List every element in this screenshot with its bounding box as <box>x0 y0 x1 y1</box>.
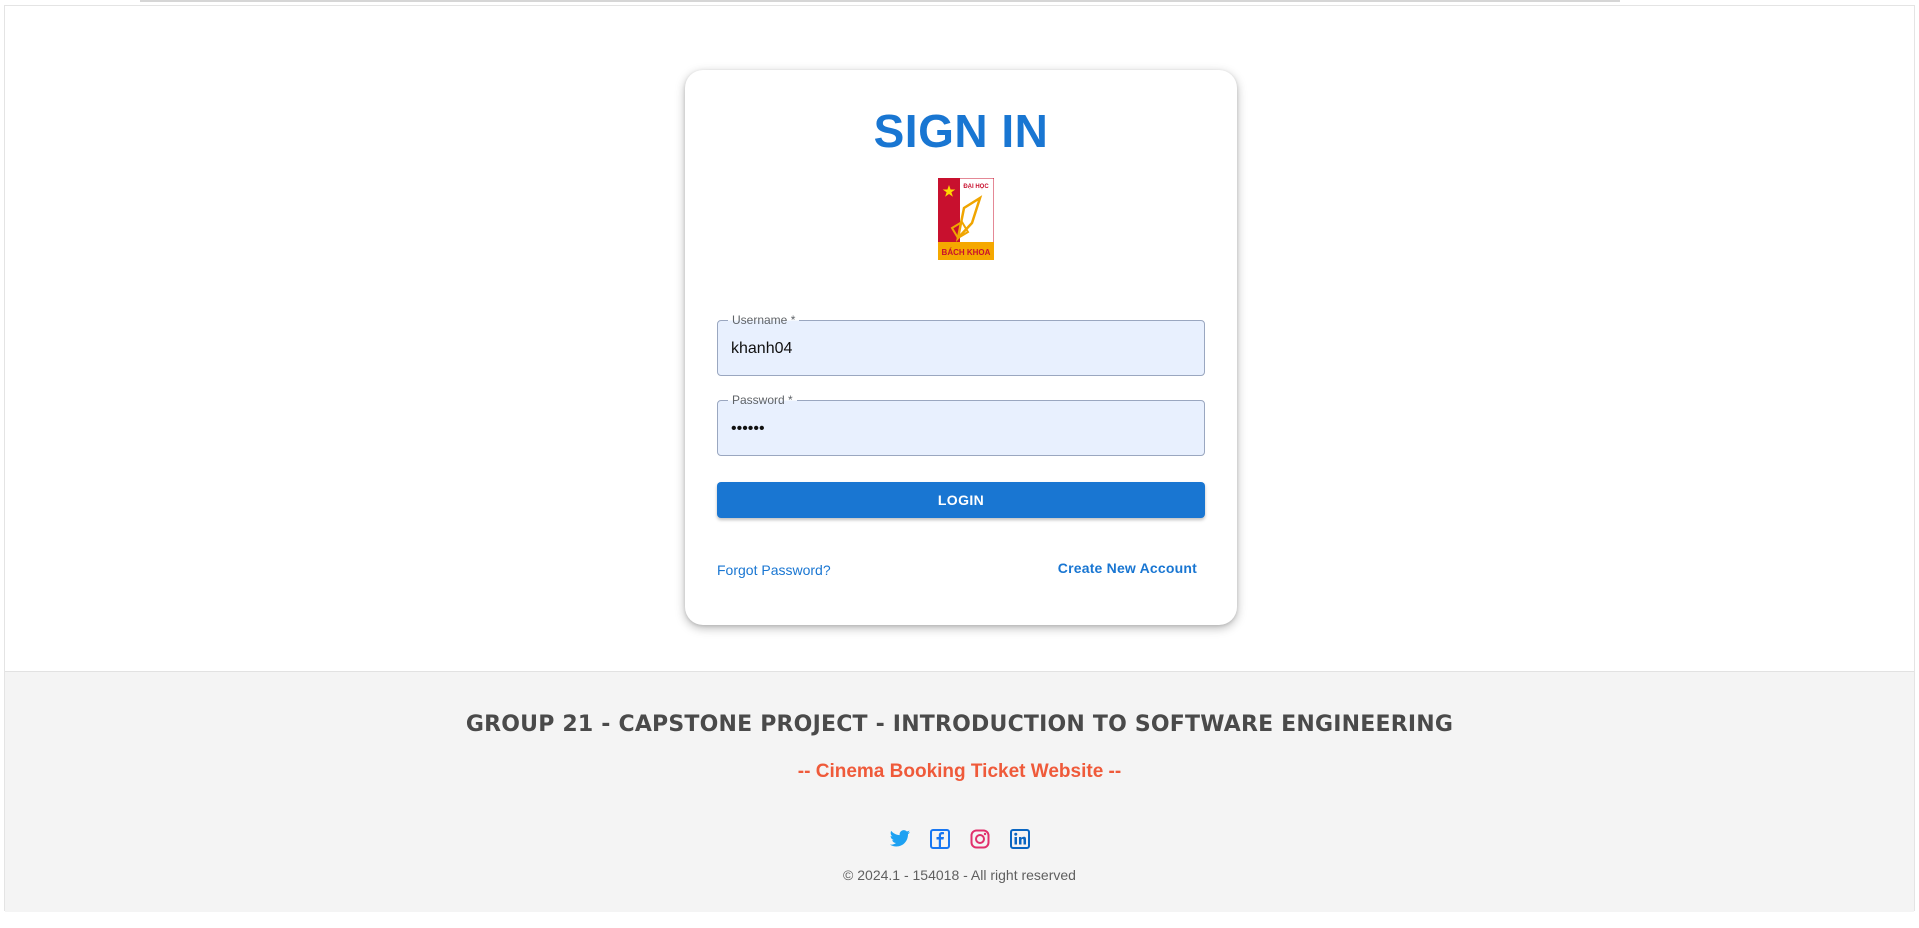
facebook-icon[interactable] <box>928 827 952 851</box>
svg-text:ĐẠI HỌC: ĐẠI HỌC <box>963 184 989 190</box>
footer-subtitle: -- Cinema Booking Ticket Website -- <box>797 761 1122 782</box>
social-links <box>5 827 1914 851</box>
login-card: SIGN IN ĐẠI HỌC BÁCH KHOA Username * Pas… <box>685 70 1237 625</box>
page-frame: SIGN IN ĐẠI HỌC BÁCH KHOA Username * Pas… <box>4 5 1915 912</box>
top-divider <box>140 0 1620 2</box>
username-input[interactable] <box>731 338 1191 360</box>
svg-text:BÁCH KHOA: BÁCH KHOA <box>942 248 991 257</box>
forgot-password-link[interactable]: Forgot Password? <box>717 562 831 578</box>
username-label: Username * <box>728 313 800 327</box>
instagram-icon[interactable] <box>968 827 992 851</box>
username-field: Username * <box>717 313 1205 376</box>
linkedin-icon[interactable] <box>1008 827 1032 851</box>
password-label: Password * <box>728 393 797 407</box>
main-content: SIGN IN ĐẠI HỌC BÁCH KHOA Username * Pas… <box>5 6 1914 671</box>
create-account-link[interactable]: Create New Account <box>1058 560 1197 576</box>
twitter-icon[interactable] <box>888 827 912 851</box>
login-button[interactable]: LOGIN <box>717 482 1205 518</box>
footer: GROUP 21 - CAPSTONE PROJECT - INTRODUCTI… <box>5 671 1914 912</box>
page-title: SIGN IN <box>873 105 1049 157</box>
password-input[interactable] <box>731 418 1191 440</box>
footer-title: GROUP 21 - CAPSTONE PROJECT - INTRODUCTI… <box>465 712 1454 737</box>
bach-khoa-logo: ĐẠI HỌC BÁCH KHOA <box>938 178 994 260</box>
password-field: Password * <box>717 393 1205 456</box>
copyright-text: © 2024.1 - 154018 - All right reserved <box>843 867 1076 883</box>
